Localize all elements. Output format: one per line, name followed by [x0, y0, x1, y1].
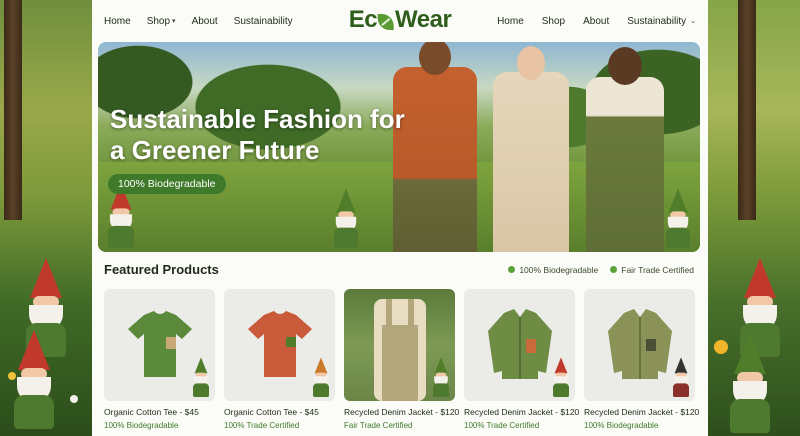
garden-gnome — [193, 357, 209, 397]
product-certification: 100% Biodegradable — [104, 421, 179, 430]
leaf-icon — [378, 14, 395, 30]
caret-down-icon: ▾ — [172, 18, 176, 25]
chevron-down-icon: ⌄ — [688, 18, 696, 25]
nav-label: Sustainability — [627, 15, 687, 27]
flower — [8, 372, 16, 380]
right-garden-scenery — [708, 0, 800, 436]
garden-gnome — [730, 334, 770, 433]
main-page: Home Shop ▾ About Sustainability Ec Wear H… — [92, 0, 708, 436]
product-card[interactable]: Organic Cotton Tee - $45 100% Trade Cert… — [224, 289, 335, 430]
jacket-icon — [480, 305, 560, 385]
featured-title: Featured Products — [104, 262, 219, 277]
product-image[interactable] — [344, 289, 455, 401]
hero-title: Sustainable Fashion for a Greener Future — [110, 104, 405, 165]
product-grid: Organic Cotton Tee - $45 100% Biodegrada… — [104, 289, 700, 430]
featured-tags: 100% Biodegradable Fair Trade Certified — [508, 265, 694, 275]
tshirt-icon — [122, 307, 198, 383]
product-card[interactable]: Recycled Denim Jacket - $120 100% Biodeg… — [584, 289, 700, 430]
tag-fair-trade: Fair Trade Certified — [610, 265, 694, 275]
nav-home-link[interactable]: Home — [497, 16, 524, 27]
nav-home-link[interactable]: Home — [104, 16, 131, 27]
nav-label: Home — [104, 15, 131, 27]
product-certification: 100% Biodegradable — [584, 421, 659, 430]
product-certification: Fair Trade Certified — [344, 421, 413, 430]
product-certification: 100% Trade Certified — [224, 421, 300, 430]
tag-label: 100% Biodegradable — [519, 264, 599, 275]
garden-gnome — [313, 357, 329, 397]
product-image[interactable] — [584, 289, 695, 401]
model-linen-dress — [493, 46, 569, 252]
garden-gnome — [666, 188, 690, 248]
nav-label: Home — [497, 15, 524, 27]
nav-shop-link[interactable]: Shop — [542, 16, 565, 27]
nav-right-group: Home Shop About Sustainability ⌄ — [497, 16, 696, 27]
nav-about-link[interactable]: About — [192, 16, 218, 27]
nav-sustainability-dropdown[interactable]: Sustainability ⌄ — [627, 16, 696, 27]
nav-label: Shop — [541, 15, 566, 27]
flower — [714, 340, 728, 354]
product-name: Organic Cotton Tee - $45 — [224, 407, 319, 417]
garden-gnome — [334, 188, 358, 248]
logo-text-suffix: Wear — [395, 6, 452, 33]
logo-text-prefix: Ec — [348, 6, 378, 33]
product-card[interactable]: Recycled Denim Jacket - $120 Fair Trade … — [344, 289, 460, 430]
ecowear-logo[interactable]: Ec Wear — [349, 6, 452, 34]
product-name: Organic Cotton Tee - $45 — [104, 407, 199, 417]
product-image[interactable] — [104, 289, 215, 401]
tshirt-icon — [242, 307, 318, 383]
green-dot-icon — [610, 266, 618, 273]
overalls-icon — [360, 289, 440, 401]
nav-shop-link[interactable]: Shop ▾ — [147, 16, 176, 27]
top-navigation: Home Shop ▾ About Sustainability Ec Wear H… — [92, 0, 708, 42]
tree-trunk — [738, 0, 756, 220]
product-image[interactable] — [464, 289, 575, 401]
jacket-icon — [600, 305, 680, 385]
product-name: Recycled Denim Jacket - $120 — [344, 407, 460, 417]
product-name: Recycled Denim Jacket - $120 — [584, 407, 700, 417]
hero-banner: Sustainable Fashion for a Greener Future… — [98, 42, 700, 252]
product-card[interactable]: Organic Cotton Tee - $45 100% Biodegrada… — [104, 289, 215, 430]
nav-label: About — [191, 15, 218, 27]
nav-about-link[interactable]: About — [583, 16, 609, 27]
tag-biodegradable: 100% Biodegradable — [508, 265, 598, 275]
tag-label: Fair Trade Certified — [621, 264, 694, 275]
product-card[interactable]: Recycled Denim Jacket - $120 100% Trade … — [464, 289, 580, 430]
product-certification: 100% Trade Certified — [464, 421, 540, 430]
garden-gnome — [433, 357, 449, 397]
product-image[interactable] — [224, 289, 335, 401]
green-dot-icon — [508, 266, 516, 273]
featured-header: Featured Products 100% Biodegradable Fai… — [104, 262, 694, 277]
garden-gnome — [673, 357, 689, 397]
left-garden-scenery — [0, 0, 92, 436]
model-overalls — [586, 47, 664, 252]
garden-gnome — [553, 357, 569, 397]
hero-badge: 100% Biodegradable — [108, 174, 226, 194]
nav-left-group: Home Shop ▾ About Sustainability — [104, 16, 293, 27]
flower — [70, 395, 78, 403]
tree-trunk — [4, 0, 22, 220]
nav-label: Sustainability — [233, 15, 293, 27]
nav-sustainability-link[interactable]: Sustainability — [234, 16, 293, 27]
product-name: Recycled Denim Jacket - $120 — [464, 407, 580, 417]
nav-label: About — [583, 15, 610, 27]
garden-gnome — [14, 330, 54, 429]
nav-label: Shop — [146, 15, 171, 27]
